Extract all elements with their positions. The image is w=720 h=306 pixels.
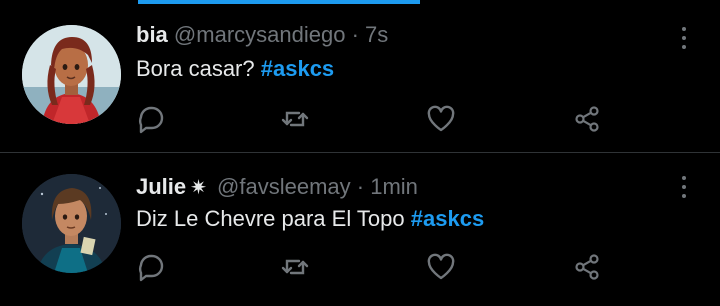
tweet-text-content: Diz Le Chevre para El Topo (136, 206, 405, 231)
tweet-text: Bora casar? #askcs (136, 56, 334, 82)
reply-icon[interactable] (134, 102, 168, 136)
separator: · (351, 22, 359, 47)
reply-icon[interactable] (134, 250, 168, 284)
tweet-text-content: Bora casar? (136, 56, 255, 81)
display-name[interactable]: bia (136, 22, 168, 47)
user-handle[interactable]: @favsleemay (217, 174, 351, 199)
timestamp[interactable]: 7s (365, 22, 388, 47)
retweet-icon[interactable] (278, 250, 312, 284)
share-icon[interactable] (570, 102, 604, 136)
like-icon[interactable] (424, 102, 458, 136)
name-emoji: ✷ (190, 177, 207, 199)
like-icon[interactable] (424, 250, 458, 284)
tweet-header: bia @marcysandiego · 7s (136, 22, 388, 48)
hashtag-link[interactable]: #askcs (411, 206, 484, 231)
hashtag-link[interactable]: #askcs (261, 56, 334, 81)
tweet-header: Julie ✷ @favsleemay · 1min (136, 174, 418, 201)
display-name[interactable]: Julie (136, 174, 186, 199)
tweet-text: Diz Le Chevre para El Topo #askcs (136, 206, 484, 232)
more-options-icon[interactable] (676, 24, 692, 52)
share-icon[interactable] (570, 250, 604, 284)
tweet[interactable]: Julie ✷ @favsleemay · 1min Diz Le Chevre … (0, 153, 720, 306)
avatar[interactable] (22, 174, 121, 273)
separator: · (356, 174, 365, 199)
more-options-icon[interactable] (676, 173, 692, 201)
user-handle[interactable]: @marcysandiego (174, 22, 346, 47)
retweet-icon[interactable] (278, 102, 312, 136)
tweet[interactable]: bia @marcysandiego · 7s Bora casar? #ask… (0, 0, 720, 153)
avatar[interactable] (22, 25, 121, 124)
timestamp[interactable]: 1min (370, 174, 418, 199)
